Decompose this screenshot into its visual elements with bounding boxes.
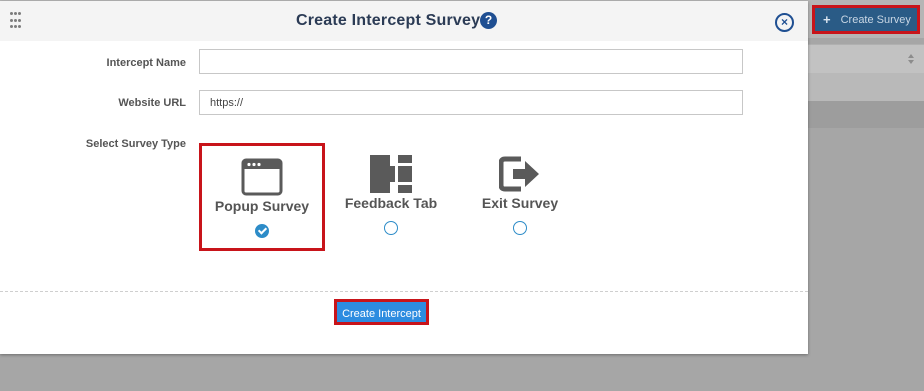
table-row <box>808 101 924 128</box>
plus-icon: + <box>823 12 831 27</box>
popup-window-icon <box>241 158 283 196</box>
create-survey-label: Create Survey <box>840 13 911 26</box>
radio-popup[interactable] <box>255 224 269 238</box>
exit-icon <box>499 156 539 192</box>
table-header <box>808 44 924 74</box>
survey-type-label-feedback: Feedback Tab <box>344 195 438 211</box>
radio-exit[interactable] <box>513 221 527 235</box>
create-intercept-button[interactable]: Create Intercept <box>334 299 429 325</box>
feedback-tab-icon <box>370 155 412 193</box>
website-url-input[interactable] <box>199 90 743 115</box>
website-url-label: Website URL <box>118 97 186 109</box>
survey-type-exit[interactable]: Exit Survey <box>457 143 583 251</box>
drag-handle-icon[interactable] <box>10 12 22 30</box>
survey-type-label-exit: Exit Survey <box>481 195 559 211</box>
modal-title: Create Intercept Survey <box>296 12 481 29</box>
table-row <box>808 73 924 101</box>
sort-icon[interactable] <box>908 54 914 64</box>
close-icon[interactable]: × <box>775 13 794 32</box>
survey-type-label-popup: Popup Survey <box>214 198 310 214</box>
help-icon[interactable]: ? <box>480 12 497 29</box>
create-intercept-modal: Create Intercept Survey ? × Intercept Na… <box>0 1 808 354</box>
survey-type-popup[interactable]: Popup Survey <box>199 143 325 251</box>
create-survey-button[interactable]: + Create Survey <box>812 5 920 34</box>
footer-divider <box>0 291 808 292</box>
modal-header: Create Intercept Survey ? × <box>0 1 808 41</box>
radio-feedback[interactable] <box>384 221 398 235</box>
intercept-name-label: Intercept Name <box>106 57 186 69</box>
intercept-name-input[interactable] <box>199 49 743 74</box>
survey-type-label: Select Survey Type <box>85 138 186 150</box>
survey-type-feedback[interactable]: Feedback Tab <box>328 143 454 251</box>
